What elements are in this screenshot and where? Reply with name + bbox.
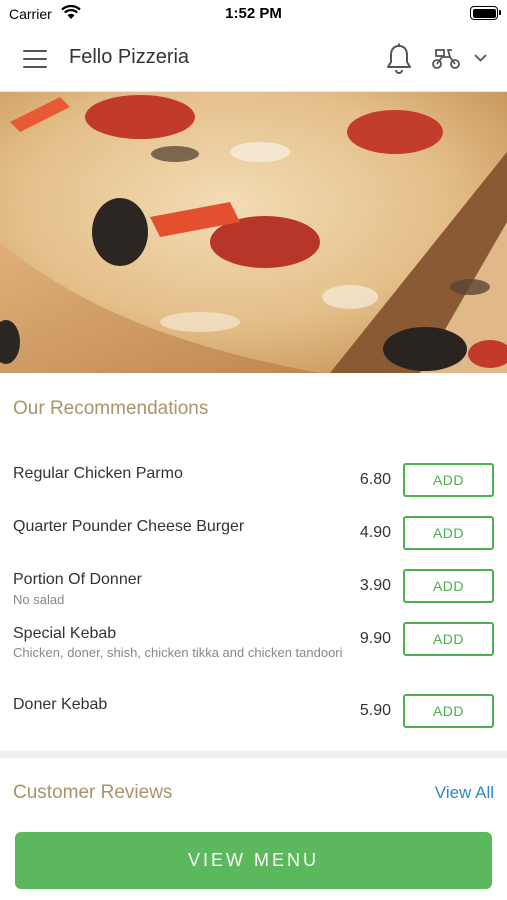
item-price: 3.90 [359, 577, 391, 594]
item-name: Portion Of Donner [13, 571, 142, 588]
recommendations-heading: Our Recommendations [13, 398, 209, 419]
battery-icon [470, 6, 501, 20]
menu-icon[interactable] [23, 49, 47, 69]
page-title: Fello Pizzeria [69, 46, 190, 68]
bell-icon[interactable] [385, 43, 413, 75]
item-name: Quarter Pounder Cheese Burger [13, 518, 245, 535]
item-price: 4.90 [359, 524, 391, 541]
view-menu-button[interactable]: VIEW MENU [15, 832, 492, 889]
status-time: 1:52 PM [225, 5, 282, 22]
add-button[interactable]: ADD [403, 694, 494, 728]
view-all-link[interactable]: View All [435, 783, 494, 803]
chevron-down-icon[interactable] [474, 54, 487, 62]
section-divider [0, 751, 507, 758]
item-price: 9.90 [359, 630, 391, 647]
item-description: No salad [13, 592, 65, 607]
pizza-photo [0, 92, 507, 373]
item-price: 6.80 [359, 471, 391, 488]
item-description: Chicken, doner, shish, chicken tikka and… [13, 645, 343, 660]
app-header: Fello Pizzeria [0, 26, 507, 92]
add-button[interactable]: ADD [403, 516, 494, 550]
hero-pizza-image [0, 92, 507, 373]
add-button[interactable]: ADD [403, 569, 494, 603]
status-bar: Carrier 1:52 PM [0, 0, 507, 26]
item-price: 5.90 [359, 702, 391, 719]
add-button[interactable]: ADD [403, 463, 494, 497]
item-name: Doner Kebab [13, 696, 108, 713]
add-button[interactable]: ADD [403, 622, 494, 656]
item-name: Regular Chicken Parmo [13, 465, 183, 482]
item-name: Special Kebab [13, 625, 117, 642]
reviews-heading: Customer Reviews [13, 782, 173, 803]
delivery-scooter-icon[interactable] [431, 46, 461, 70]
